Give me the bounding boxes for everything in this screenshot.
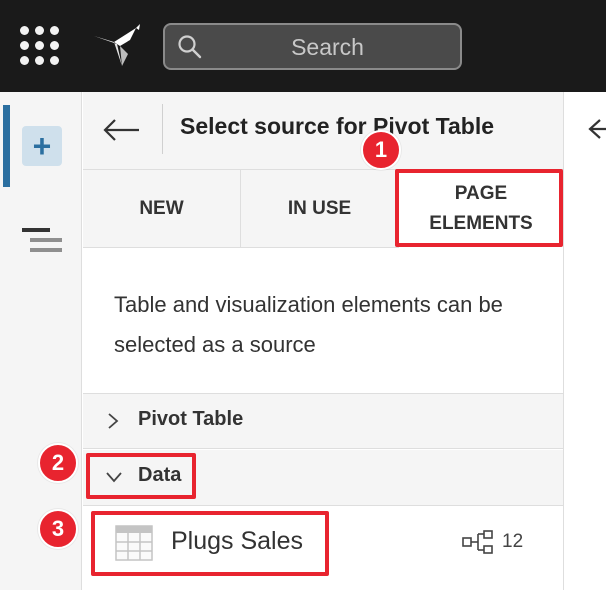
tab-in-use[interactable]: IN USE — [242, 170, 398, 248]
right-panel-edge — [563, 92, 606, 590]
search-input[interactable]: Search — [163, 23, 462, 70]
back-arrow-icon[interactable] — [101, 112, 143, 148]
annotation-badge-2: 2 — [38, 443, 78, 483]
annotation-badge-3: 3 — [38, 509, 78, 549]
item-count-value: 12 — [502, 531, 524, 552]
item-label: Plugs Sales — [171, 527, 304, 555]
panel-description: Table and visualization elements can be … — [114, 292, 503, 357]
apps-grid-icon[interactable] — [20, 26, 64, 70]
chevron-down-icon — [106, 472, 122, 483]
annotation-badge-1: 1 — [361, 130, 401, 170]
rail-active-indicator — [3, 105, 10, 187]
list-item-plugs-sales[interactable]: Plugs Sales 12 — [83, 507, 563, 579]
add-element-button[interactable]: + — [22, 126, 62, 166]
section-label: Pivot Table — [138, 408, 244, 430]
table-icon — [115, 525, 153, 561]
app-logo[interactable] — [92, 22, 142, 68]
item-count: 12 — [462, 530, 523, 554]
tab-new[interactable]: NEW — [83, 170, 241, 248]
tab-page-elements[interactable]: PAGE ELEMENTS — [399, 170, 563, 248]
section-pivot-table[interactable]: Pivot Table — [83, 393, 563, 449]
search-placeholder: Search — [291, 34, 364, 60]
chevron-right-icon — [108, 413, 119, 429]
panel-title: Select source for Pivot Table — [180, 113, 495, 139]
tab-page-elements-label: PAGE ELEMENTS — [429, 183, 533, 234]
section-label: Data — [138, 464, 182, 486]
header-divider — [162, 104, 163, 154]
layers-icon[interactable] — [22, 226, 62, 258]
lineage-icon — [462, 530, 493, 554]
section-data[interactable]: Data — [83, 450, 563, 506]
back-arrow-icon[interactable] — [588, 114, 606, 144]
plus-icon: + — [32, 127, 52, 164]
